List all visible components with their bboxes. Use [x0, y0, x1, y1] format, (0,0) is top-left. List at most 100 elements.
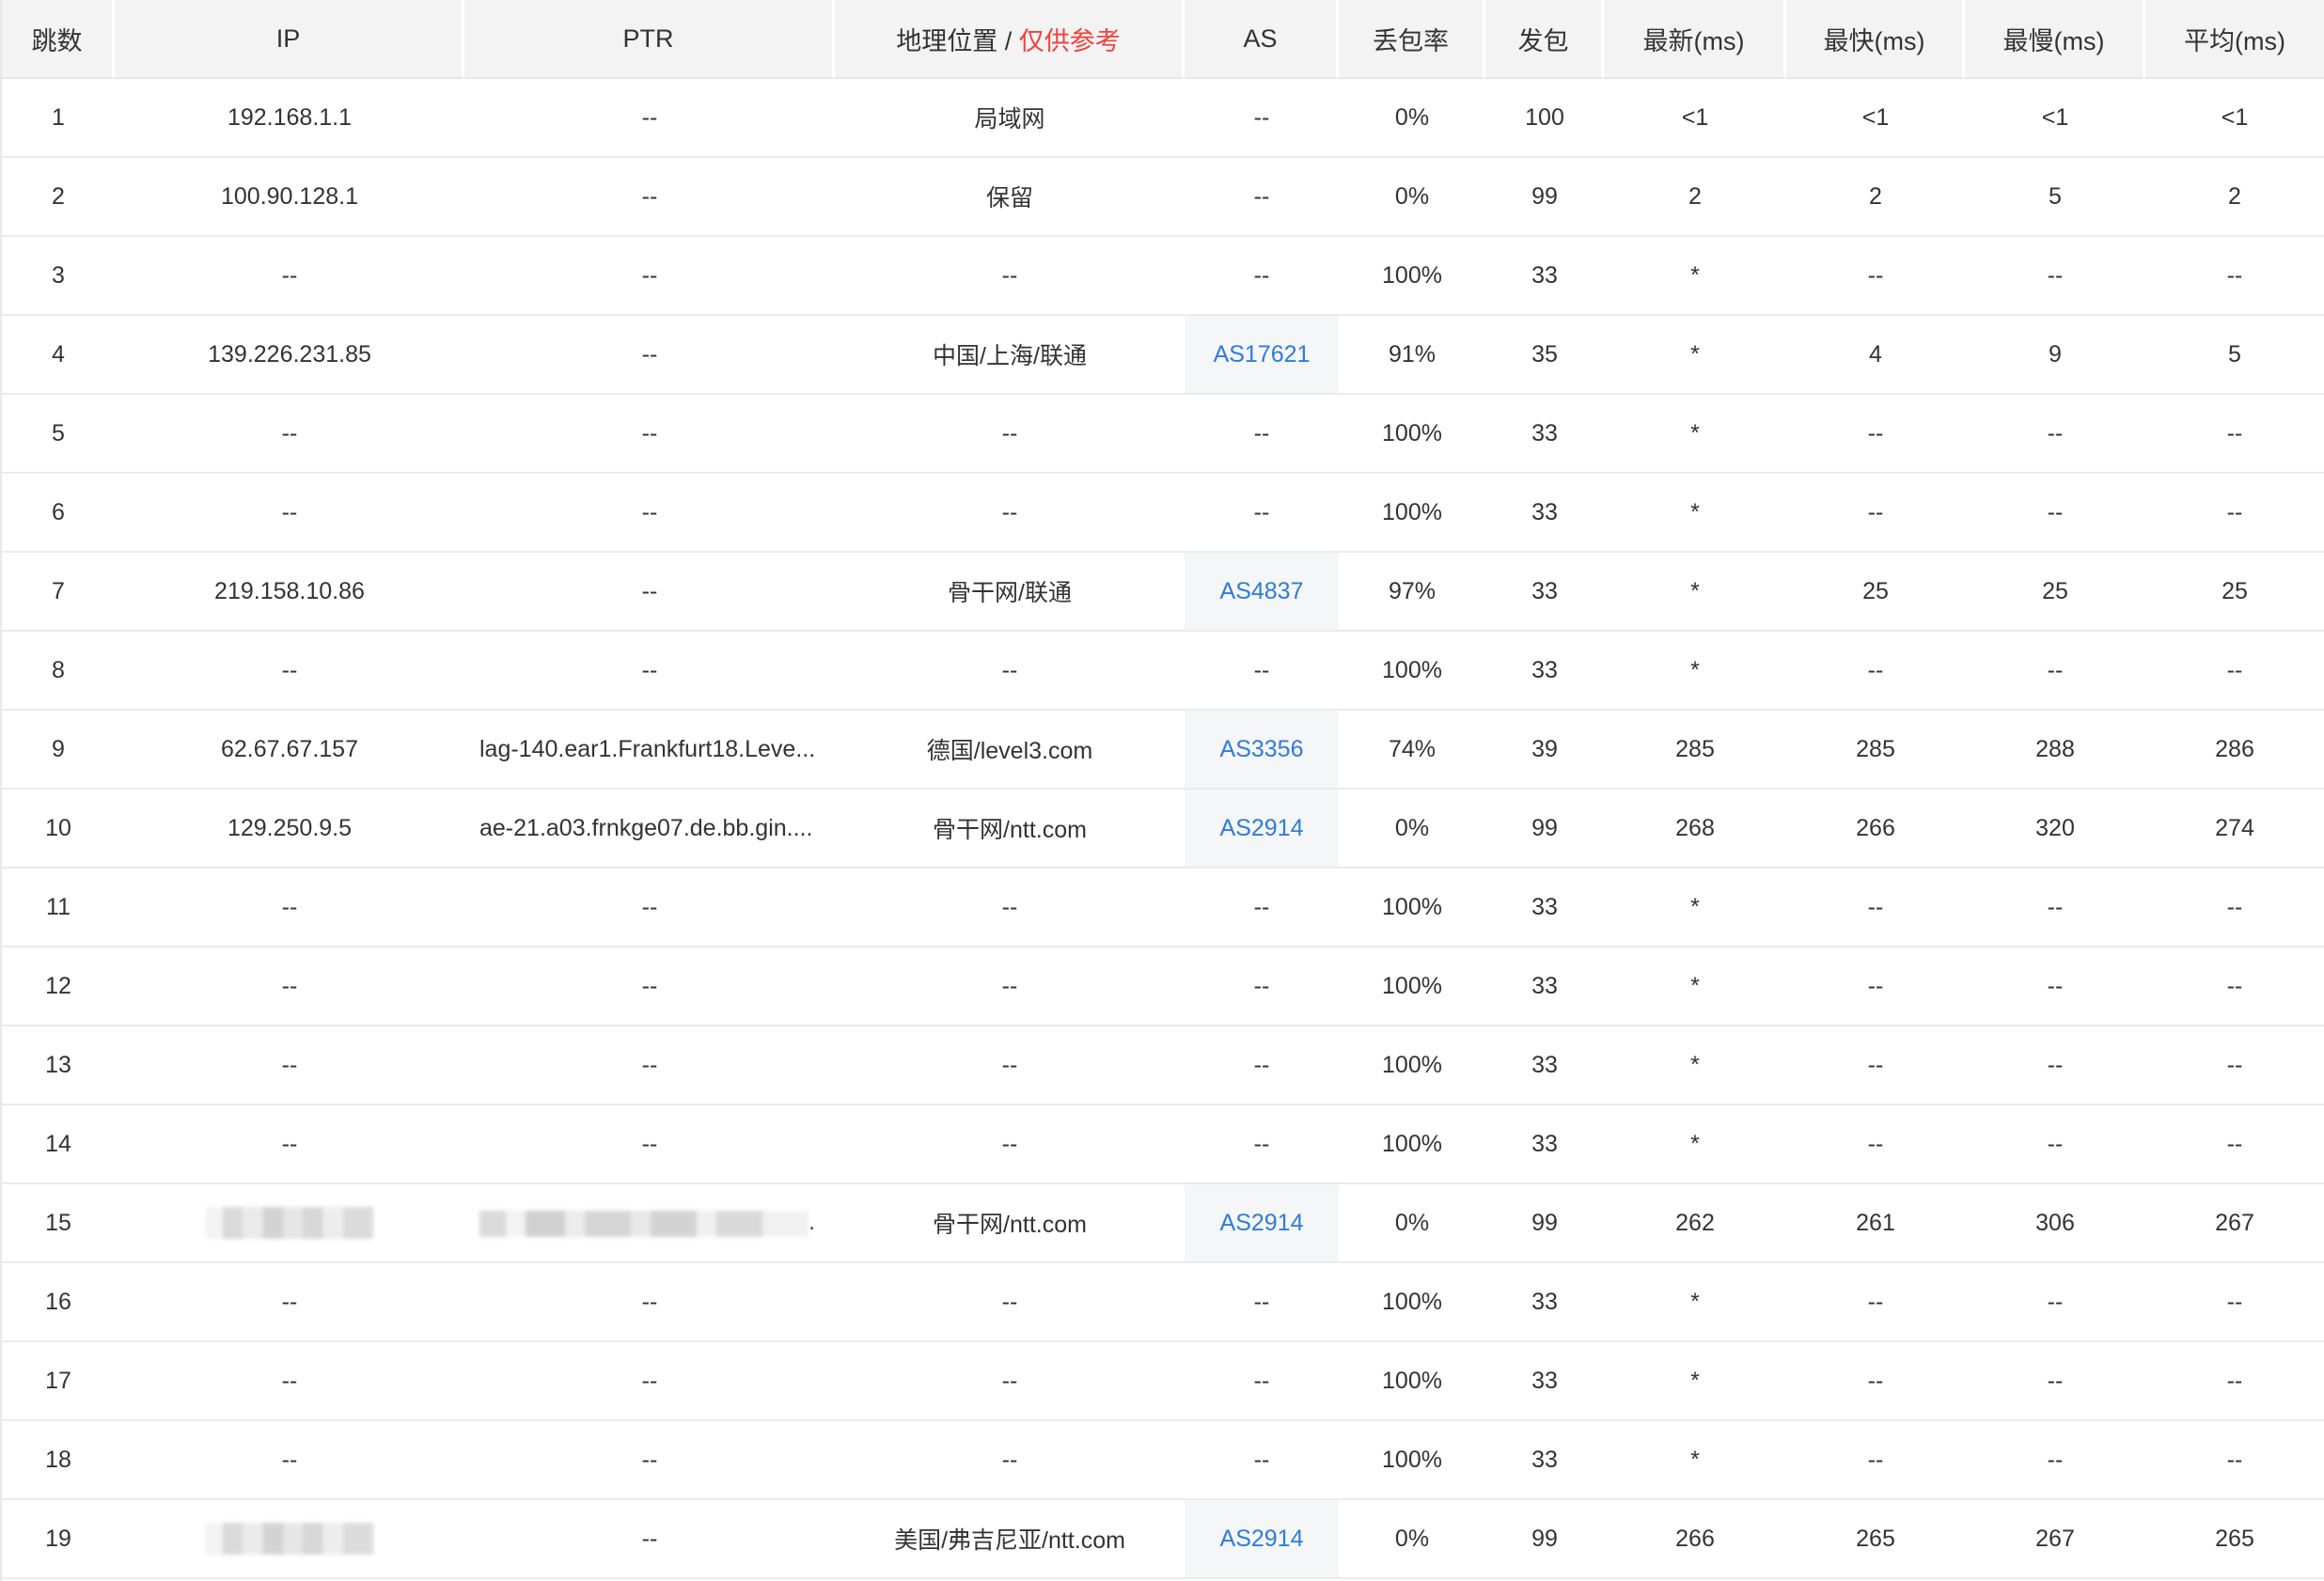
cell-loss: 100%	[1339, 632, 1485, 711]
cell-hop: 19	[2, 1500, 115, 1579]
cell-worst: 288	[1965, 711, 2145, 790]
cell-avg: --	[2145, 1421, 2324, 1500]
cell-avg: 265	[2145, 1500, 2324, 1579]
cell-worst: --	[1965, 395, 2145, 474]
cell-hop: 1	[2, 79, 115, 158]
as-link[interactable]: AS2914	[1220, 1210, 1304, 1236]
cell-ip: 129.250.9.5	[115, 790, 464, 869]
as-link[interactable]: AS2914	[1220, 815, 1304, 841]
cell-ptr: --	[464, 1500, 835, 1579]
cell-as: --	[1185, 237, 1339, 316]
cell-as: --	[1185, 1342, 1339, 1421]
cell-ptr: --	[464, 1026, 835, 1105]
header-worst: 最慢(ms)	[1965, 0, 2145, 79]
cell-geo: 德国/level3.com	[835, 711, 1185, 790]
cell-ip: 62.67.67.157	[115, 711, 464, 790]
cell-last: <1	[1604, 79, 1786, 158]
cell-best: --	[1786, 1263, 1965, 1342]
cell-ptr: --	[464, 474, 835, 553]
cell-geo: 中国/上海/联通	[835, 316, 1185, 395]
table-row: 16 -- -- -- -- 100% 33 * -- -- --	[2, 1263, 2324, 1342]
cell-sent: 33	[1485, 474, 1604, 553]
cell-ptr: lag-140.ear1.Frankfurt18.Leve...	[464, 711, 835, 790]
cell-best: 265	[1786, 1500, 1965, 1579]
cell-avg: --	[2145, 869, 2324, 947]
cell-hop: 13	[2, 1026, 115, 1105]
cell-worst: --	[1965, 474, 2145, 553]
cell-best: --	[1786, 632, 1965, 711]
cell-last: *	[1604, 632, 1786, 711]
cell-hop: 10	[2, 790, 115, 869]
cell-last: *	[1604, 1342, 1786, 1421]
cell-ptr: --	[464, 1342, 835, 1421]
cell-geo: --	[835, 1342, 1185, 1421]
cell-loss: 100%	[1339, 474, 1485, 553]
table-row: 12 -- -- -- -- 100% 33 * -- -- --	[2, 947, 2324, 1026]
cell-loss: 100%	[1339, 237, 1485, 316]
cell-hop: 9	[2, 711, 115, 790]
cell-best: --	[1786, 1026, 1965, 1105]
cell-geo: 局域网	[835, 79, 1185, 158]
cell-geo: --	[835, 947, 1185, 1026]
cell-sent: 99	[1485, 158, 1604, 237]
cell-ip: --	[115, 632, 464, 711]
cell-ptr: --	[464, 1263, 835, 1342]
table-row: 4 139.226.231.85 -- 中国/上海/联通 AS17621 91% 35 * 4 9…	[2, 316, 2324, 395]
cell-as: --	[1185, 158, 1339, 237]
cell-worst: 9	[1965, 316, 2145, 395]
as-link[interactable]: AS4837	[1220, 578, 1304, 604]
cell-geo: 骨干网/联通	[835, 553, 1185, 632]
redacted-ptr	[479, 1210, 809, 1237]
cell-hop: 15	[2, 1184, 115, 1263]
cell-sent: 33	[1485, 1421, 1604, 1500]
cell-geo: --	[835, 1421, 1185, 1500]
cell-last: 262	[1604, 1184, 1786, 1263]
as-link[interactable]: AS3356	[1220, 736, 1304, 762]
cell-avg: --	[2145, 632, 2324, 711]
as-link[interactable]: AS17621	[1214, 341, 1311, 368]
header-sent: 发包	[1485, 0, 1604, 79]
cell-worst: --	[1965, 1342, 2145, 1421]
cell-sent: 33	[1485, 553, 1604, 632]
table-row: 10 129.250.9.5 ae-21.a03.frnkge07.de.bb.gi…	[2, 790, 2324, 869]
cell-geo: --	[835, 395, 1185, 474]
cell-worst: --	[1965, 1421, 2145, 1500]
table-row: 18 -- -- -- -- 100% 33 * -- -- --	[2, 1421, 2324, 1500]
cell-ip: --	[115, 1263, 464, 1342]
cell-sent: 33	[1485, 1263, 1604, 1342]
cell-geo: 保留	[835, 158, 1185, 237]
cell-hop: 12	[2, 947, 115, 1026]
cell-ptr: --	[464, 947, 835, 1026]
cell-ip: 100.90.128.1	[115, 158, 464, 237]
cell-best: --	[1786, 947, 1965, 1026]
cell-sent: 33	[1485, 947, 1604, 1026]
cell-ptr: .	[464, 1184, 835, 1263]
cell-ip	[115, 1184, 464, 1263]
cell-best: --	[1786, 237, 1965, 316]
cell-ptr: ae-21.a03.frnkge07.de.bb.gin....	[464, 790, 835, 869]
cell-sent: 99	[1485, 1500, 1604, 1579]
cell-best: --	[1786, 1421, 1965, 1500]
cell-ip: --	[115, 947, 464, 1026]
cell-ip: --	[115, 474, 464, 553]
table-row: 3 -- -- -- -- 100% 33 * -- -- --	[2, 237, 2324, 316]
cell-loss: 100%	[1339, 947, 1485, 1026]
cell-hop: 7	[2, 553, 115, 632]
cell-as: --	[1185, 632, 1339, 711]
table-row: 19 -- 美国/弗吉尼亚/ntt.com AS2914 0% 99 266 265 267 26…	[2, 1500, 2324, 1579]
cell-as: AS4837	[1185, 553, 1339, 632]
cell-avg: --	[2145, 237, 2324, 316]
cell-avg: --	[2145, 1263, 2324, 1342]
cell-geo: 骨干网/ntt.com	[835, 1184, 1185, 1263]
cell-worst: --	[1965, 1105, 2145, 1184]
cell-best: 266	[1786, 790, 1965, 869]
cell-worst: --	[1965, 869, 2145, 947]
header-last: 最新(ms)	[1604, 0, 1786, 79]
cell-best: <1	[1786, 79, 1965, 158]
cell-hop: 16	[2, 1263, 115, 1342]
cell-hop: 3	[2, 237, 115, 316]
cell-hop: 8	[2, 632, 115, 711]
cell-ip: --	[115, 869, 464, 947]
as-link[interactable]: AS2914	[1220, 1526, 1304, 1552]
cell-worst: --	[1965, 632, 2145, 711]
